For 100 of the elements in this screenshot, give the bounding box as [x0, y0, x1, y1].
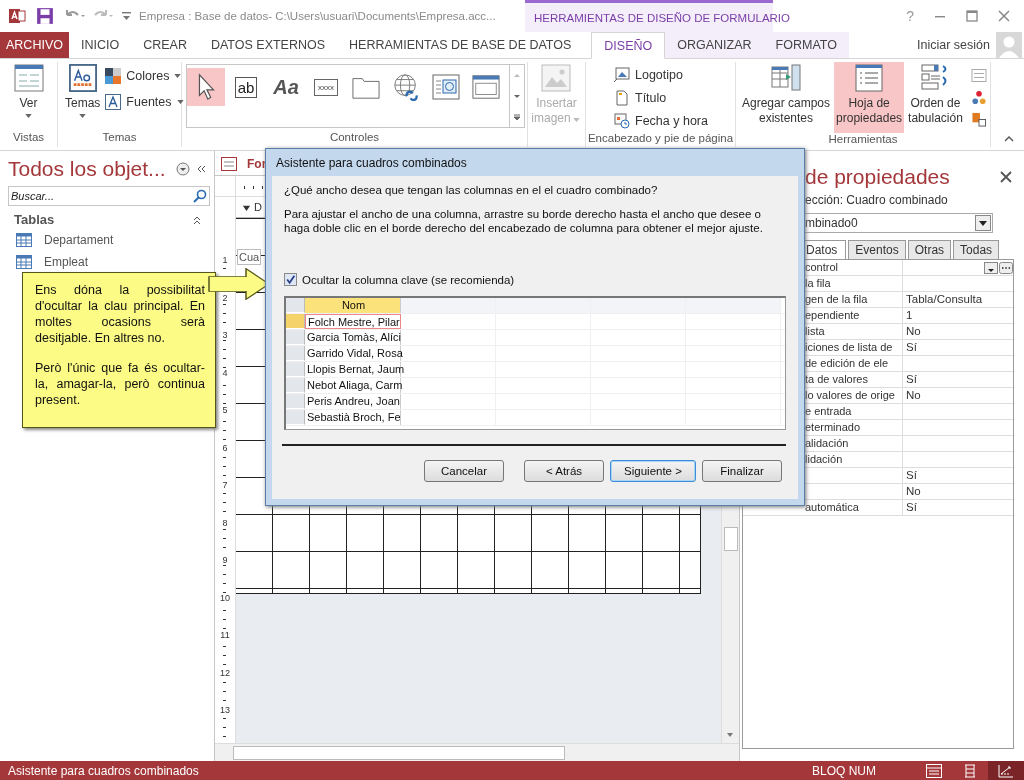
- tab-order-button[interactable]: Orden de tabulación: [906, 62, 965, 133]
- ruler-number: 13: [219, 705, 231, 715]
- close-icon[interactable]: [1000, 171, 1012, 183]
- dropdown-icon[interactable]: [175, 162, 190, 176]
- property-value[interactable]: No: [906, 324, 1013, 339]
- fonts-button[interactable]: Fuentes: [105, 92, 186, 112]
- search-field[interactable]: Buscar...: [8, 186, 210, 206]
- grid-cell[interactable]: Folch Mestre, Pilar: [305, 314, 401, 329]
- ribbon-tab[interactable]: DATOS EXTERNOS: [198, 32, 338, 58]
- collapse-pane-icon[interactable]: [195, 164, 206, 174]
- table-item[interactable]: Empleat: [44, 255, 89, 269]
- subform-icon[interactable]: [970, 68, 987, 83]
- logo-button[interactable]: Logotipo: [614, 64, 735, 86]
- save-icon[interactable]: [36, 7, 54, 25]
- property-sheet-title: de propiedades: [805, 165, 950, 189]
- textbox-tool[interactable]: ab: [227, 68, 265, 106]
- property-value[interactable]: No: [906, 388, 1013, 403]
- callout-text: Però l'únic que fa és ocultar-la, amagar-la, però continua present.: [35, 360, 205, 408]
- property-value[interactable]: Tabla/Consulta: [906, 292, 1013, 307]
- checkbox[interactable]: [284, 273, 297, 286]
- next-button[interactable]: Siguiente >: [610, 460, 696, 482]
- label-tool[interactable]: Aa: [267, 68, 305, 106]
- property-name: eterminado: [805, 421, 861, 433]
- property-value[interactable]: 1: [906, 308, 1013, 323]
- maximize-icon[interactable]: [966, 10, 978, 22]
- caret-icon: [176, 100, 184, 104]
- dropdown-icon[interactable]: [984, 261, 998, 274]
- colors-button[interactable]: Colores: [105, 66, 186, 86]
- form-view-icon: [13, 64, 44, 92]
- group-label: Encabezado y pie de página: [586, 132, 735, 146]
- property-tab[interactable]: Todas: [953, 240, 1000, 259]
- property-tab[interactable]: Eventos: [848, 240, 906, 259]
- relationship-icon[interactable]: [970, 90, 987, 105]
- property-name: lidación: [805, 453, 843, 465]
- table-icon: [16, 233, 32, 247]
- pointer-tool[interactable]: [187, 68, 225, 106]
- ruler-number: 3: [221, 330, 229, 340]
- design-view-button[interactable]: [988, 761, 1024, 780]
- grid-cell[interactable]: Garcia Tomàs, Alíci: [305, 330, 401, 345]
- collapse-ribbon-icon[interactable]: [1004, 136, 1014, 142]
- group-header[interactable]: Tablas: [14, 212, 55, 227]
- date-time-button[interactable]: Fecha y hora: [614, 110, 735, 132]
- grid-cell[interactable]: Sebastià Broch, Fe: [305, 410, 401, 425]
- grid-cell[interactable]: Nebot Aliaga, Carm: [305, 378, 401, 393]
- grid-cell[interactable]: Peris Andreu, Joan: [305, 394, 401, 409]
- wizard-button[interactable]: < Atrás: [524, 460, 604, 482]
- builder-icon[interactable]: [999, 261, 1013, 274]
- scroll-down-icon[interactable]: [725, 731, 735, 739]
- ribbon-tab[interactable]: ARCHIVO: [0, 32, 69, 58]
- control-label[interactable]: Cua: [237, 249, 262, 265]
- themes-button[interactable]: Temas: [62, 62, 104, 131]
- property-sheet-button[interactable]: Hoja de propiedades: [834, 62, 905, 133]
- ruler-number: 12: [219, 667, 231, 678]
- property-value[interactable]: Sí: [906, 468, 1013, 483]
- property-name: de edición de ele: [805, 357, 889, 369]
- search-icon[interactable]: [193, 189, 207, 203]
- ruler-number: 9: [221, 555, 229, 565]
- preview-grid[interactable]: Nom Folch Mestre, Pilar Garcia Tomàs, Alíci Garrido Vidal, Rosa Llopis Bernat, Jaum Nebot Aliaga, Carm Peris Andreu, Joan Sebastià Broch, Fe: [284, 296, 786, 430]
- convert-macro-icon[interactable]: [970, 112, 987, 127]
- customize-menu-icon[interactable]: [122, 12, 131, 20]
- property-value[interactable]: Sí: [906, 372, 1013, 387]
- property-value[interactable]: Sí: [906, 340, 1013, 355]
- access-logo-icon: [8, 7, 26, 25]
- wizard-button[interactable]: Finalizar: [702, 460, 782, 482]
- color-swatch-icon: [105, 68, 122, 84]
- caret-icon: [25, 114, 32, 118]
- collapse-icon[interactable]: [192, 214, 202, 225]
- ruler-number: 4: [221, 367, 229, 378]
- scroll-down-icon[interactable]: [512, 92, 522, 100]
- scroll-thumb[interactable]: [724, 527, 738, 551]
- ribbon-tab[interactable]: FORMATO: [763, 32, 849, 58]
- calendar-clock-icon: [614, 113, 630, 129]
- ribbon-tab[interactable]: ORGANIZAR: [665, 32, 764, 58]
- horizontal-scrollbar[interactable]: [215, 743, 739, 761]
- ribbon-tab[interactable]: HERRAMIENTAS DE BASE DE DATOS: [337, 32, 584, 58]
- ribbon-tab[interactable]: CREAR: [131, 32, 199, 58]
- more-icon[interactable]: [512, 112, 522, 121]
- view-button[interactable]: Ver: [10, 62, 47, 131]
- checkbox-label[interactable]: Ocultar la columna clave (se recomienda): [302, 273, 515, 286]
- column-header[interactable]: Nom: [305, 298, 401, 313]
- dropdown-icon[interactable]: [975, 215, 991, 231]
- property-value[interactable]: No: [906, 484, 1013, 499]
- ruler-number: 5: [221, 405, 229, 415]
- ribbon-tab[interactable]: INICIO: [68, 32, 132, 58]
- property-name: control: [805, 261, 839, 273]
- cancel-button[interactable]: Cancelar: [424, 460, 504, 482]
- layout-view-icon: [962, 764, 978, 778]
- property-name: ta de valores: [805, 373, 868, 385]
- property-tab[interactable]: Otras: [907, 240, 952, 259]
- table-item[interactable]: Departament: [44, 233, 114, 247]
- property-value[interactable]: Sí: [906, 500, 1013, 515]
- grid-cell[interactable]: Garrido Vidal, Rosa: [305, 346, 401, 361]
- ribbon-tab[interactable]: DISEÑO: [591, 32, 666, 59]
- sign-in-link[interactable]: Iniciar sesión: [917, 38, 990, 52]
- button-tool[interactable]: xxxx: [307, 68, 345, 106]
- image-icon: [541, 64, 572, 92]
- close-icon[interactable]: [998, 10, 1010, 22]
- property-name: ependiente: [805, 309, 860, 321]
- add-fields-button[interactable]: Agregar campos existentes: [740, 62, 833, 133]
- title-button[interactable]: Título: [614, 87, 735, 109]
